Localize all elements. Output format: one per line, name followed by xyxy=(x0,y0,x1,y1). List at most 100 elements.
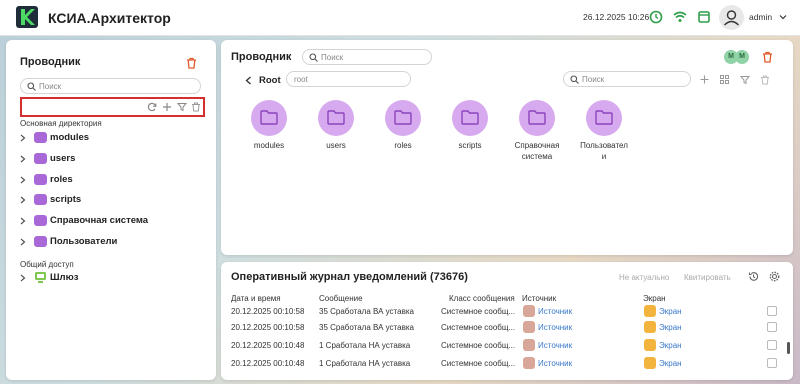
row-message: 1 Сработала НА уставка xyxy=(319,341,411,350)
trash-icon[interactable] xyxy=(186,57,197,69)
folder-icon xyxy=(34,215,47,226)
col-header-message[interactable]: Сообщение xyxy=(319,294,363,303)
folder-search[interactable]: Поиск xyxy=(563,71,691,87)
window-icon[interactable] xyxy=(697,10,711,24)
section-main-label: Основная директория xyxy=(20,119,102,128)
row-date: 20.12.2025 00:10:48 xyxy=(231,359,305,368)
filter-icon[interactable] xyxy=(740,75,750,85)
source-link[interactable]: Источник xyxy=(538,323,572,332)
app-logo-icon xyxy=(16,6,38,28)
folder-tile-label: Справочная система xyxy=(514,141,560,161)
not-actual-button[interactable]: Не актуально xyxy=(619,273,669,282)
grid-view-icon[interactable] xyxy=(720,75,729,84)
screen-link[interactable]: Экран xyxy=(659,323,682,332)
folder-icon xyxy=(34,153,47,164)
source-link[interactable]: Источник xyxy=(538,307,572,316)
explorer-main: Проводник Поиск М М Root root Поиск modu… xyxy=(221,40,793,255)
chevron-right-icon[interactable] xyxy=(20,176,26,184)
folder-tile-label: users xyxy=(326,141,346,150)
chevron-right-icon[interactable] xyxy=(20,217,26,225)
row-checkbox[interactable] xyxy=(767,340,777,350)
delete-icon[interactable] xyxy=(191,102,201,112)
sidebar-toolbar xyxy=(20,97,205,117)
screen-link[interactable]: Экран xyxy=(659,359,682,368)
source-link[interactable]: Источник xyxy=(538,359,572,368)
folder-tile-users-ru[interactable]: Пользовател и xyxy=(574,100,634,170)
tree-item-modules[interactable]: modules xyxy=(20,131,200,145)
tree-item-roles[interactable]: roles xyxy=(20,173,200,187)
tree-item-label: users xyxy=(50,153,76,164)
chevron-down-icon[interactable] xyxy=(779,13,787,21)
col-header-screen[interactable]: Экран xyxy=(643,294,666,303)
tree-item-gateway[interactable]: Шлюз xyxy=(20,271,200,285)
sidebar-title: Проводник xyxy=(20,56,81,68)
scrollbar-thumb[interactable] xyxy=(787,342,790,354)
trash-icon[interactable] xyxy=(762,51,773,63)
row-date: 20.12.2025 00:10:58 xyxy=(231,323,305,332)
folder-icon xyxy=(528,110,546,125)
explorer-sidebar: Проводник Поиск Основная директория modu… xyxy=(6,40,216,380)
row-class: Системное сообщ... xyxy=(441,323,516,332)
add-icon[interactable] xyxy=(162,102,172,112)
tree-item-users-ru[interactable]: Пользователи xyxy=(20,235,200,249)
row-message: 35 Сработала ВА уставка xyxy=(319,323,414,332)
path-field[interactable]: root xyxy=(286,71,411,87)
folder-tile-roles[interactable]: roles xyxy=(373,100,433,170)
wifi-icon[interactable] xyxy=(673,10,687,24)
acknowledge-button[interactable]: Квитировать xyxy=(684,273,731,282)
folder-tile-label: Пользовател и xyxy=(580,141,628,161)
tree-item-scripts[interactable]: scripts xyxy=(20,193,200,207)
chevron-right-icon[interactable] xyxy=(20,238,26,246)
row-checkbox[interactable] xyxy=(767,358,777,368)
tree-item-help-system[interactable]: Справочная система xyxy=(20,214,200,228)
chevron-right-icon[interactable] xyxy=(20,274,26,282)
row-class: Системное сообщ... xyxy=(441,359,516,368)
avatar[interactable] xyxy=(719,5,744,30)
folder-icon xyxy=(34,174,47,185)
tree-item-label: roles xyxy=(50,174,73,185)
folder-tile-modules[interactable]: modules xyxy=(239,100,299,170)
folder-tile-users[interactable]: users xyxy=(306,100,366,170)
folder-tile-help-system[interactable]: Справочная система xyxy=(507,100,567,170)
row-checkbox[interactable] xyxy=(767,322,777,332)
explorer-search[interactable]: Поиск xyxy=(302,49,432,65)
row-message: 1 Сработала НА уставка xyxy=(319,359,411,368)
source-icon xyxy=(523,305,535,317)
source-icon xyxy=(523,339,535,351)
col-header-source[interactable]: Источник xyxy=(522,294,556,303)
delete-icon[interactable] xyxy=(760,75,770,85)
source-link[interactable]: Источник xyxy=(538,341,572,350)
app-title: КСИА.Архитектор xyxy=(48,10,171,26)
chevron-right-icon[interactable] xyxy=(20,196,26,204)
notification-journal: Оперативный журнал уведомлений (73676) Н… xyxy=(221,262,793,380)
source-icon xyxy=(523,321,535,333)
tree-item-users[interactable]: users xyxy=(20,152,200,166)
folder-tile-scripts[interactable]: scripts xyxy=(440,100,500,170)
screen-icon xyxy=(644,339,656,351)
clock-icon[interactable] xyxy=(649,10,663,24)
row-date: 20.12.2025 00:10:58 xyxy=(231,307,305,316)
screen-icon xyxy=(644,305,656,317)
history-icon[interactable] xyxy=(748,271,759,282)
sidebar-search[interactable]: Поиск xyxy=(20,78,201,94)
col-header-datetime[interactable]: Дата и время xyxy=(231,294,281,303)
screen-link[interactable]: Экран xyxy=(659,307,682,316)
tree-item-label: Шлюз xyxy=(50,272,79,283)
folder-tile-label: modules xyxy=(253,141,285,150)
screen-link[interactable]: Экран xyxy=(659,341,682,350)
folder-tile-label: scripts xyxy=(458,141,482,150)
chevron-right-icon[interactable] xyxy=(20,134,26,142)
user-name[interactable]: admin xyxy=(749,12,772,22)
user-icon xyxy=(724,10,739,26)
folder-icon xyxy=(34,132,47,143)
row-checkbox[interactable] xyxy=(767,306,777,316)
gear-icon[interactable] xyxy=(769,271,780,282)
chevron-right-icon[interactable] xyxy=(20,155,26,163)
back-icon[interactable] xyxy=(245,76,252,85)
col-header-class[interactable]: Класс сообщения xyxy=(449,294,515,303)
add-icon[interactable] xyxy=(700,75,709,84)
user-badge[interactable]: М xyxy=(735,50,749,64)
refresh-icon[interactable] xyxy=(147,102,157,112)
breadcrumb-root[interactable]: Root xyxy=(259,75,281,86)
filter-icon[interactable] xyxy=(177,102,187,112)
